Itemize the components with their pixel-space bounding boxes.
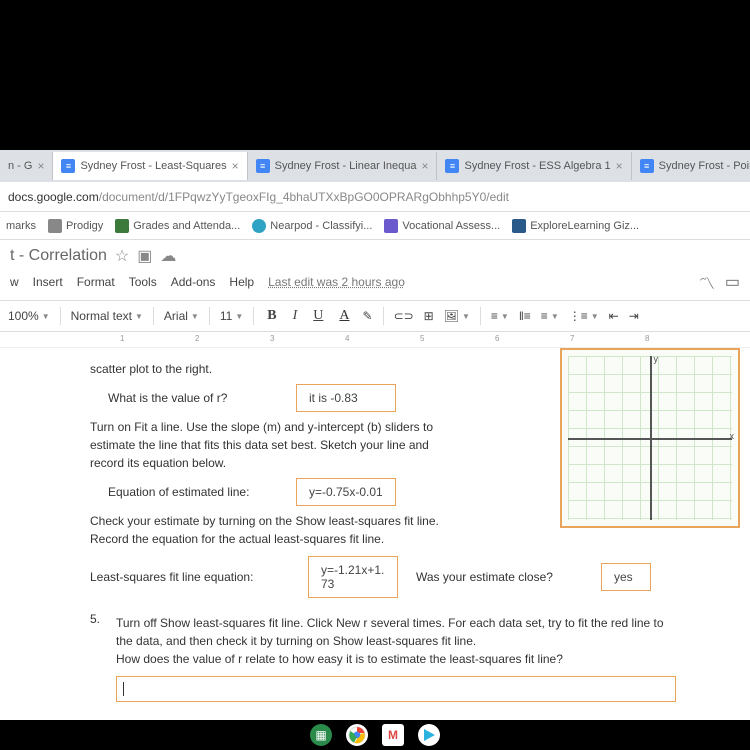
underline-button[interactable]: U	[310, 308, 326, 324]
font-select[interactable]: Arial▼	[164, 309, 199, 323]
play-icon[interactable]	[418, 724, 440, 746]
close-icon[interactable]: ×	[37, 159, 44, 173]
eq-answer[interactable]: y=-0.75x-0.01	[296, 478, 396, 506]
italic-button[interactable]: I	[290, 308, 301, 324]
gmail-icon[interactable]: M	[382, 724, 404, 746]
highlight-button[interactable]: ✎	[363, 309, 373, 323]
text-line: Check your estimate by turning on the Sh…	[90, 514, 630, 528]
numbered-list-button[interactable]: ≡▼	[541, 309, 559, 323]
text-color-button[interactable]: A	[336, 308, 352, 324]
align-button[interactable]: ≡▼	[491, 309, 509, 323]
doc-title[interactable]: t - Correlation	[10, 247, 107, 265]
comment-icon[interactable]: ▭	[725, 272, 740, 292]
star-icon[interactable]: ☆	[115, 246, 129, 266]
zoom-select[interactable]: 100%▼	[8, 309, 50, 323]
text-cursor	[123, 682, 124, 696]
ls-label: Least-squares fit line equation:	[90, 570, 290, 584]
indent-increase-button[interactable]: ⇥	[629, 309, 639, 323]
tab-4[interactable]: ≡Sydney Frost - Point	[632, 152, 750, 180]
close-answer[interactable]: yes	[601, 563, 651, 591]
format-toolbar: 100%▼ Normal text▼ Arial▼ 11▼ B I U A ✎ …	[0, 300, 750, 332]
link-button[interactable]: ⊂⊃	[394, 309, 414, 323]
ruler[interactable]: 1 2 3 4 5 6 7 8	[0, 332, 750, 348]
sis-icon	[115, 219, 129, 233]
tab-1[interactable]: ≡Sydney Frost - Least-Squares×	[53, 152, 247, 180]
text-line: Record the equation for the actual least…	[90, 532, 630, 546]
eq-label: Equation of estimated line:	[108, 485, 278, 499]
tab-0[interactable]: n - G×	[0, 152, 53, 180]
vocational-icon	[384, 219, 398, 233]
answer-r[interactable]: it is -0.83	[296, 384, 396, 412]
text-line: Turn on Fit a line. Use the slope (m) an…	[90, 420, 630, 434]
size-select[interactable]: 11▼	[220, 309, 243, 323]
text-line: scatter plot to the right.	[90, 362, 630, 376]
menu-item[interactable]: Add-ons	[171, 275, 216, 289]
bookmark-nearpod[interactable]: Nearpod - Classifyi...	[252, 219, 372, 233]
menu-item[interactable]: Insert	[33, 275, 63, 289]
docs-icon: ≡	[256, 159, 270, 173]
sheets-icon[interactable]: ▦	[310, 724, 332, 746]
indent-decrease-button[interactable]: ⇤	[609, 309, 619, 323]
question-r: What is the value of r?	[108, 391, 278, 405]
chrome-icon[interactable]	[346, 724, 368, 746]
bookmarks-label: marks	[6, 220, 36, 232]
menu-item[interactable]: Format	[77, 275, 115, 289]
cloud-icon[interactable]: ☁	[160, 246, 176, 266]
close-question: Was your estimate close?	[416, 570, 553, 584]
question-5: 5. Turn off Show least-squares fit line.…	[90, 612, 730, 702]
comment-add-button[interactable]: ⊞	[424, 309, 434, 323]
docs-icon: ≡	[640, 159, 654, 173]
close-icon[interactable]: ×	[616, 159, 623, 173]
tab-2[interactable]: ≡Sydney Frost - Linear Inequa×	[248, 152, 438, 180]
prodigy-icon	[48, 219, 62, 233]
tab-3[interactable]: ≡Sydney Frost - ESS Algebra 1×	[437, 152, 631, 180]
close-icon[interactable]: ×	[232, 159, 239, 173]
gizmos-icon	[512, 219, 526, 233]
q5-answer-input[interactable]	[116, 676, 676, 702]
menu-item[interactable]: Tools	[129, 275, 157, 289]
docs-icon: ≡	[445, 159, 459, 173]
bookmark-prodigy[interactable]: Prodigy	[48, 219, 103, 233]
address-bar[interactable]: docs.google.com/document/d/1FPqwzYyTgeox…	[0, 182, 750, 212]
bookmark-explore[interactable]: ExploreLearning Giz...	[512, 219, 639, 233]
nearpod-icon	[252, 219, 266, 233]
menu-item[interactable]: Help	[229, 275, 254, 289]
trend-icon[interactable]: 〽	[699, 270, 715, 294]
bookmark-grades[interactable]: Grades and Attenda...	[115, 219, 240, 233]
text-line: estimate the line that fits this data se…	[90, 438, 630, 452]
document-page[interactable]: y x scatter plot to the right. What is t…	[0, 348, 750, 720]
bookmarks-bar: marks Prodigy Grades and Attenda... Near…	[0, 212, 750, 240]
line-spacing-button[interactable]: ‖≡	[519, 309, 531, 323]
browser-tabs: n - G× ≡Sydney Frost - Least-Squares× ≡S…	[0, 150, 750, 182]
bookmark-vocational[interactable]: Vocational Assess...	[384, 219, 500, 233]
image-button[interactable]: 🖼▼	[444, 309, 470, 323]
move-icon[interactable]: ▣	[137, 246, 152, 266]
ls-answer[interactable]: y=-1.21x+1.73	[308, 556, 398, 598]
style-select[interactable]: Normal text▼	[71, 309, 143, 323]
last-edit[interactable]: Last edit was 2 hours ago	[268, 275, 405, 289]
bold-button[interactable]: B	[264, 308, 279, 324]
docs-toolbar: t - Correlation ☆ ▣ ☁ w Insert Format To…	[0, 240, 750, 300]
close-icon[interactable]: ×	[421, 159, 428, 173]
taskbar: ▦ M	[0, 720, 750, 750]
docs-icon: ≡	[61, 159, 75, 173]
scatter-plot-graph: y x	[560, 348, 740, 528]
menu-item[interactable]: w	[10, 275, 19, 289]
text-line: record its equation below.	[90, 456, 630, 470]
bullet-list-button[interactable]: ⋮≡▼	[569, 309, 599, 323]
